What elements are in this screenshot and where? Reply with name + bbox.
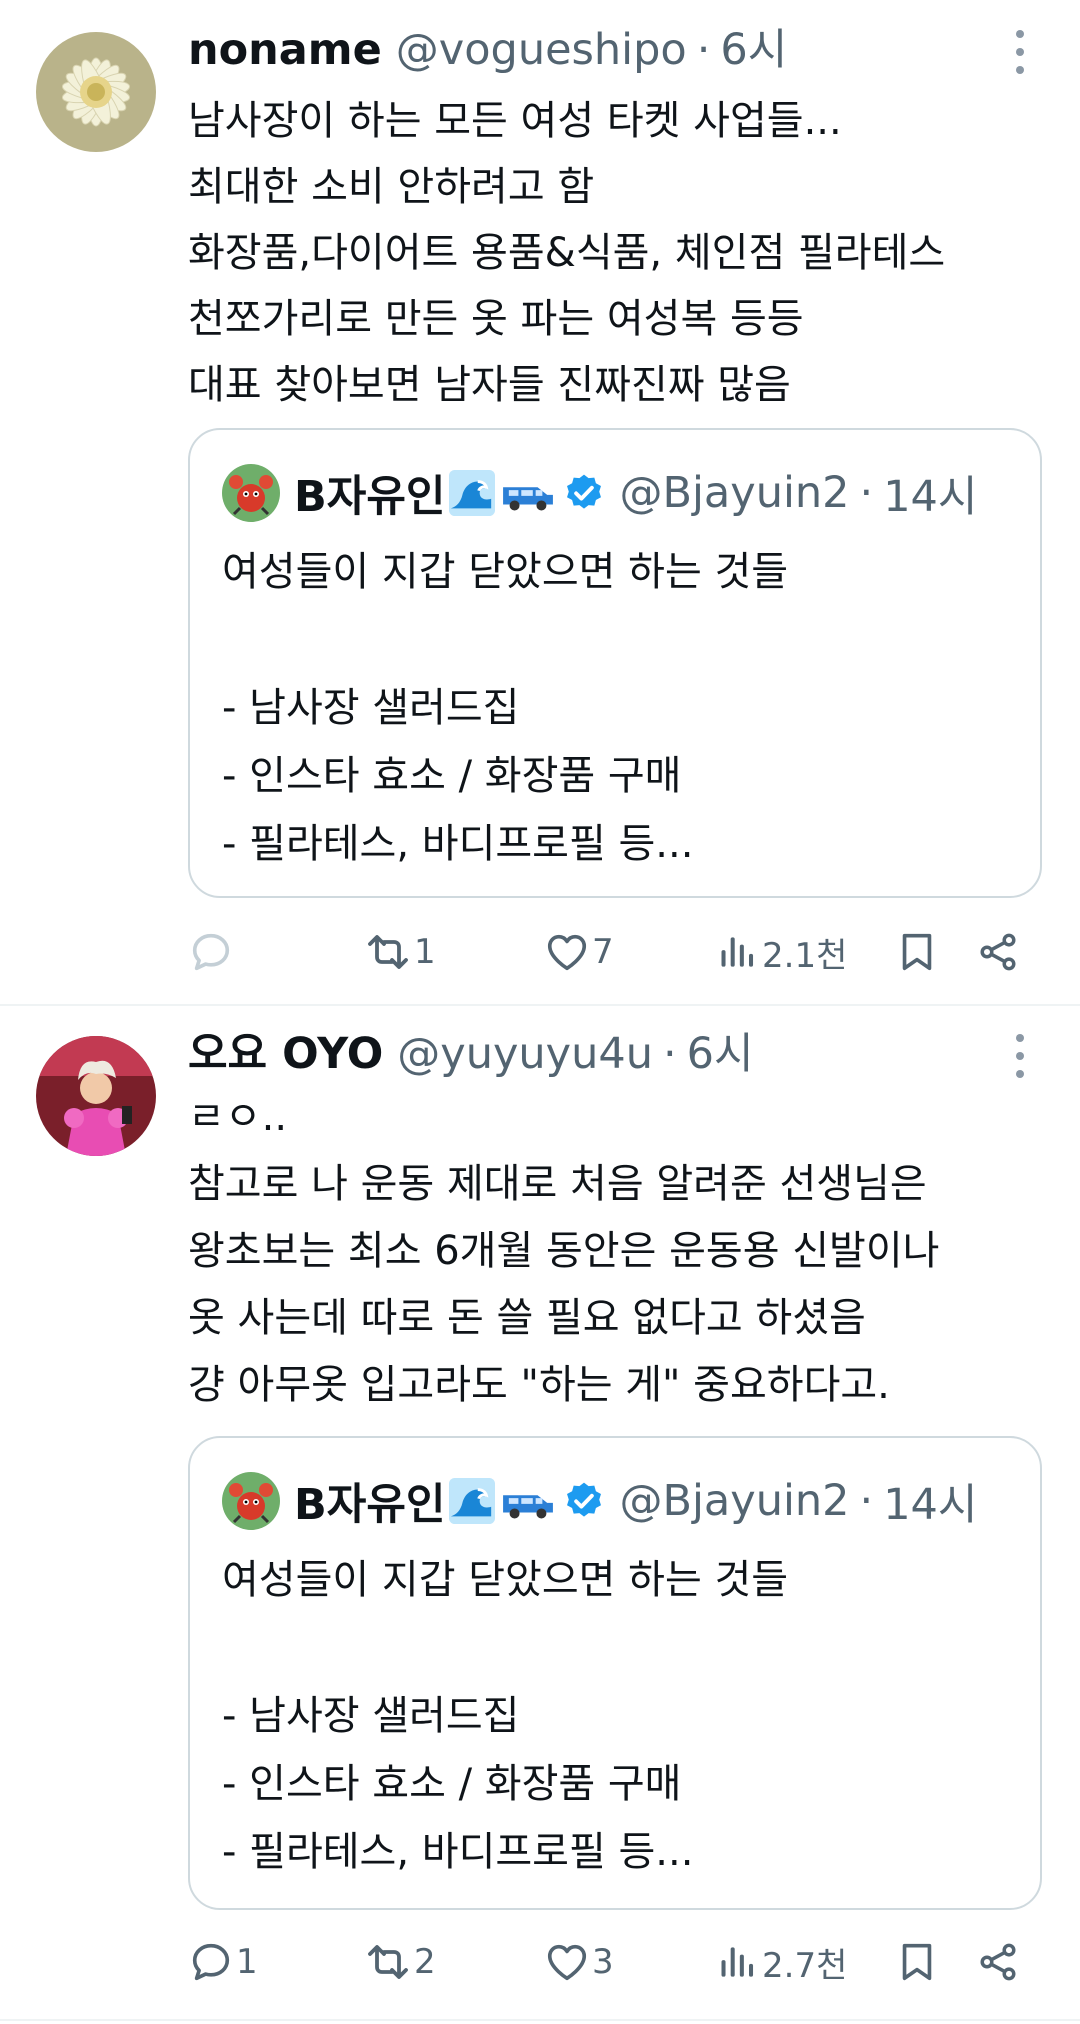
views-chart-icon: [716, 930, 760, 974]
quoted-tweet-time: 14시: [883, 1480, 978, 1530]
reply-count: 1: [236, 1942, 258, 1982]
separator-dot: ·: [859, 1476, 874, 1526]
quoted-text-line: - 필라테스, 바디프로필 등...: [222, 821, 694, 867]
author-name[interactable]: noname: [188, 18, 382, 82]
tweet[interactable]: noname @vogueshipo · 6시 남사장이 하는 모든 여성 타켓…: [0, 0, 1080, 1006]
retweet-count: 2: [414, 1942, 436, 1982]
quoted-text-line: [222, 1614, 1012, 1682]
tweet-text-line: 왕초보는 최소 6개월 동안은 운동용 신발이나: [188, 1228, 940, 1274]
tweet[interactable]: 오요 OYO @yuyuyu4u · 6시 ㄹㅇ.. 참고로 나 운동 제대로 …: [0, 1004, 1080, 2021]
car-emoji-icon: [499, 1478, 557, 1524]
quoted-tweet-text: 여성들이 지갑 닫았으면 하는 것들 - 남사장 샐러드집 - 인스타 효소 /…: [222, 1546, 1012, 1886]
author-avatar[interactable]: [36, 1036, 156, 1156]
quoted-text-line: 여성들이 지갑 닫았으면 하는 것들: [222, 549, 789, 595]
quoted-text-line: - 인스타 효소 / 화장품 구매: [222, 1761, 682, 1807]
wave-emoji-icon: [449, 470, 495, 516]
quoted-tweet-time: 14시: [883, 472, 978, 522]
bookmark-icon: [894, 1939, 940, 1985]
retweet-count: 1: [414, 932, 436, 972]
car-emoji-icon: [499, 470, 557, 516]
tweet-text-line: 참고로 나 운동 제대로 처음 알려준 선생님은: [188, 1161, 927, 1207]
crab-avatar-icon: [222, 464, 280, 522]
quoted-tweet-header: B자유인 @Bjayuin2 · 14시: [294, 458, 977, 528]
views-count: 2.1천: [762, 935, 848, 976]
verified-badge-icon: [563, 1480, 605, 1522]
bookmark-icon: [894, 929, 940, 975]
separator-dot: ·: [663, 1029, 677, 1079]
quoted-text-line: - 남사장 샐러드집: [222, 1693, 520, 1739]
tweet-text-line: 최대한 소비 안하려고 함: [188, 164, 595, 210]
views-chart-icon: [716, 1940, 760, 1984]
author-name[interactable]: 오요 OYO: [188, 1022, 383, 1086]
share-button[interactable]: [976, 922, 1020, 982]
reply-icon: [188, 929, 234, 975]
tweet-text-line: 걍 아무옷 입고라도 "하는 게" 중요하다고.: [188, 1362, 890, 1408]
like-button[interactable]: 7: [544, 922, 614, 982]
like-count: 7: [592, 932, 614, 972]
tweet-text-line: 남사장이 하는 모든 여성 타켓 사업들...: [188, 98, 842, 144]
quoted-tweet-text: 여성들이 지갑 닫았으면 하는 것들 - 남사장 샐러드집 - 인스타 효소 /…: [222, 538, 1012, 878]
bookmark-button[interactable]: [894, 922, 940, 982]
share-icon: [976, 930, 1020, 974]
tweet-text: ㄹㅇ.. 참고로 나 운동 제대로 처음 알려준 선생님은 왕초보는 최소 6개…: [188, 1084, 1048, 1419]
reply-icon: [188, 1939, 234, 1985]
like-button[interactable]: 3: [544, 1932, 614, 1992]
separator-dot: ·: [696, 25, 711, 75]
bookmark-button[interactable]: [894, 1932, 940, 1992]
author-handle[interactable]: @yuyuyu4u: [397, 1022, 653, 1086]
author-handle[interactable]: @vogueshipo: [396, 18, 687, 82]
more-options-icon[interactable]: [1000, 30, 1040, 74]
verified-badge-icon: [563, 472, 605, 514]
retweet-icon: [364, 928, 412, 976]
tweet-text: 남사장이 하는 모든 여성 타켓 사업들... 최대한 소비 안하려고 함 화장…: [188, 88, 1048, 418]
tweet-header: 오요 OYO @yuyuyu4u · 6시: [188, 1022, 754, 1086]
tweet-time[interactable]: 6시: [687, 1022, 754, 1086]
separator-dot: ·: [859, 468, 874, 518]
crab-avatar-icon: [222, 1472, 280, 1530]
tweet-text-line: 화장품,다이어트 용품&식품, 체인점 필라테스: [188, 230, 946, 276]
quoted-author-avatar: [222, 464, 280, 522]
tweet-actions: 1 7 2.1천: [188, 922, 1038, 982]
quoted-author-handle: @Bjayuin2: [619, 468, 850, 518]
quoted-text-line: - 남사장 샐러드집: [222, 685, 520, 731]
views-count: 2.7천: [762, 1945, 848, 1986]
quoted-author-handle: @Bjayuin2: [619, 1476, 850, 1526]
quoted-author-avatar: [222, 1472, 280, 1530]
retweet-button[interactable]: 2: [364, 1932, 436, 1992]
tweet-text-line: ㄹㅇ..: [188, 1094, 288, 1140]
more-options-icon[interactable]: [1000, 1034, 1040, 1078]
share-button[interactable]: [976, 1932, 1020, 1992]
tweet-time[interactable]: 6시: [720, 18, 787, 82]
quoted-author-name: B자유인: [294, 472, 446, 522]
views-button[interactable]: 2.1천: [716, 922, 847, 982]
quoted-text-line: - 필라테스, 바디프로필 등...: [222, 1829, 694, 1875]
retweet-icon: [364, 1938, 412, 1986]
quoted-tweet[interactable]: B자유인 @Bjayuin2 · 14시 여성들이 지갑 닫았으면 하는 것들 …: [188, 1436, 1042, 1910]
tweet-actions: 1 2 3 2.7천: [188, 1932, 1038, 1992]
views-button[interactable]: 2.7천: [716, 1932, 847, 1992]
author-avatar[interactable]: [36, 32, 156, 152]
quoted-text-line: [222, 606, 1012, 674]
wave-emoji-icon: [449, 1478, 495, 1524]
tweet-text-line: 옷 사는데 따로 돈 쓸 필요 없다고 하셨음: [188, 1295, 866, 1341]
quoted-text-line: - 인스타 효소 / 화장품 구매: [222, 753, 682, 799]
reply-button[interactable]: [188, 922, 236, 982]
quoted-tweet[interactable]: B자유인 @Bjayuin2 · 14시 여성들이 지갑 닫았으면 하는 것들 …: [188, 428, 1042, 898]
white-flower-avatar-icon: [36, 32, 156, 152]
like-count: 3: [592, 1942, 614, 1982]
quoted-text-line: 여성들이 지갑 닫았으면 하는 것들: [222, 1557, 789, 1603]
quoted-author-name: B자유인: [294, 1480, 446, 1530]
tweet-header: noname @vogueshipo · 6시: [188, 18, 787, 82]
reply-button[interactable]: 1: [188, 1932, 258, 1992]
share-icon: [976, 1940, 1020, 1984]
heart-icon: [544, 1939, 590, 1985]
tweet-text-line: 대표 찾아보면 남자들 진짜진짜 많음: [188, 362, 791, 408]
tweet-text-line: 천쪼가리로 만든 옷 파는 여성복 등등: [188, 296, 804, 342]
pink-dress-person-avatar-icon: [36, 1036, 156, 1156]
quoted-tweet-header: B자유인 @Bjayuin2 · 14시: [294, 1466, 977, 1536]
retweet-button[interactable]: 1: [364, 922, 436, 982]
heart-icon: [544, 929, 590, 975]
